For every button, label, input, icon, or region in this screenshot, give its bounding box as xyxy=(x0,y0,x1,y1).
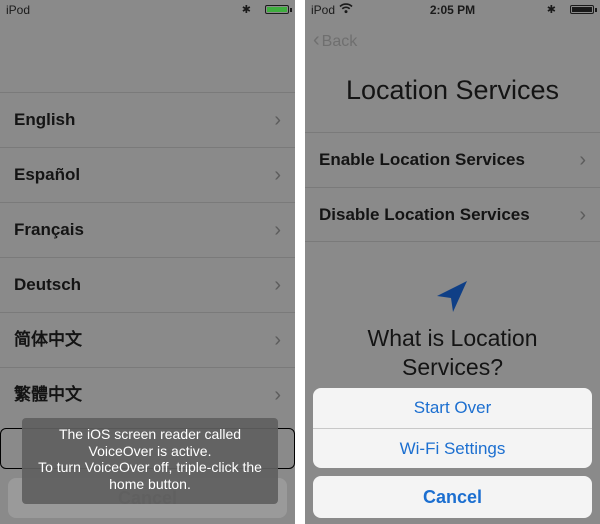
language-row-francais[interactable]: Français › xyxy=(0,202,295,257)
language-row-traditional-chinese[interactable]: 繁體中文 › xyxy=(0,367,295,422)
carrier-label: iPod xyxy=(6,3,31,17)
chevron-right-icon: › xyxy=(274,219,281,241)
cancel-button[interactable]: Cancel xyxy=(313,476,592,518)
voiceover-text-line: VoiceOver is active. xyxy=(88,442,212,459)
chevron-right-icon: › xyxy=(274,164,281,186)
action-sheet: Start Over Wi-Fi Settings xyxy=(313,388,592,468)
status-bar: iPod 2:05 PM ✱ xyxy=(305,0,600,20)
chevron-right-icon: › xyxy=(274,109,281,131)
battery-icon xyxy=(570,5,597,14)
language-list: English › Español › Français › Deutsch ›… xyxy=(0,92,295,422)
wifi-settings-button[interactable]: Wi-Fi Settings xyxy=(313,428,592,468)
bluetooth-icon: ✱ xyxy=(241,4,251,16)
option-label: Disable Location Services xyxy=(319,205,530,224)
language-screen: iPod ✱ English › Español › Français › De… xyxy=(0,0,295,524)
language-label: Deutsch xyxy=(14,275,82,294)
language-label: 简体中文 xyxy=(14,330,82,349)
language-label: Français xyxy=(14,220,84,239)
chevron-right-icon: › xyxy=(274,274,281,296)
chevron-right-icon: › xyxy=(274,329,281,351)
language-label: Español xyxy=(14,165,81,184)
page-title: Location Services xyxy=(345,75,560,105)
language-row-espanol[interactable]: Español › xyxy=(0,147,295,202)
language-label: English xyxy=(14,110,76,129)
chevron-right-icon: › xyxy=(579,204,586,226)
voiceover-text-line: home button. xyxy=(109,475,191,492)
chevron-left-icon: ‹ xyxy=(313,29,320,51)
language-row-english[interactable]: English › xyxy=(0,92,295,147)
back-label: Back xyxy=(321,33,358,50)
language-row-deutsch[interactable]: Deutsch › xyxy=(0,257,295,312)
info-text-line: What is Location xyxy=(367,325,538,351)
location-arrow-icon xyxy=(437,281,467,312)
info-text-line: Services? xyxy=(402,354,503,380)
enable-location-services-row[interactable]: Enable Location Services › xyxy=(305,132,600,187)
start-over-button[interactable]: Start Over xyxy=(313,388,592,428)
option-label: Enable Location Services xyxy=(319,150,525,169)
bluetooth-icon: ✱ xyxy=(546,4,556,16)
battery-icon xyxy=(265,5,292,14)
chevron-right-icon: › xyxy=(579,149,586,171)
voiceover-text-line: To turn VoiceOver off, triple-click the xyxy=(38,459,262,475)
voiceover-banner: The iOS screen reader called VoiceOver i… xyxy=(22,418,278,504)
chevron-right-icon: › xyxy=(274,384,281,406)
voiceover-text-line: The iOS screen reader called xyxy=(58,426,242,442)
status-bar: iPod ✱ xyxy=(0,0,295,20)
disable-location-services-row[interactable]: Disable Location Services › xyxy=(305,187,600,242)
location-info-link[interactable]: What is Location Services? xyxy=(305,324,600,382)
location-options-list: Enable Location Services › Disable Locat… xyxy=(305,132,600,242)
back-button[interactable]: ‹ Back xyxy=(313,29,357,52)
language-label: 繁體中文 xyxy=(14,385,82,404)
language-row-simplified-chinese[interactable]: 简体中文 › xyxy=(0,312,295,367)
location-services-screen: iPod 2:05 PM ✱ ‹ Back Location Services E… xyxy=(305,0,600,524)
